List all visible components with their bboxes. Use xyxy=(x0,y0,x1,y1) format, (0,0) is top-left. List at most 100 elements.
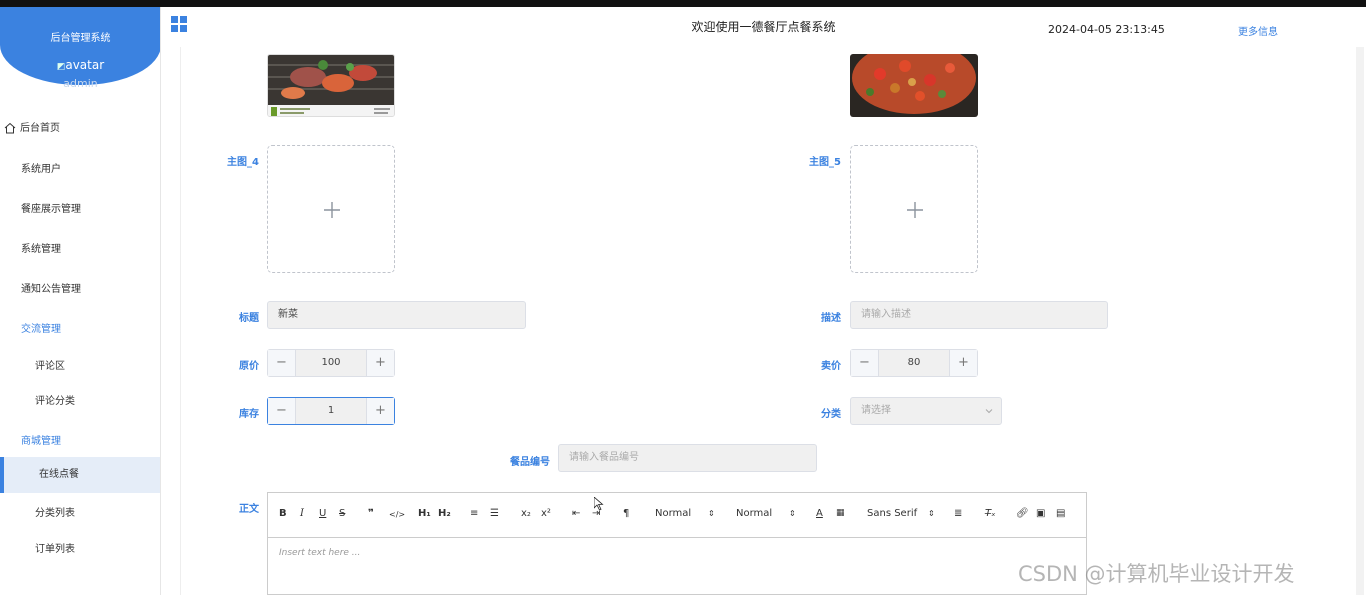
seafood-photo xyxy=(268,55,394,116)
category-placeholder: 请选择 xyxy=(861,405,891,416)
increment-button[interactable]: + xyxy=(366,350,394,376)
rich-text-editor[interactable]: B I U S ❞ </> H₁ H₂ ≡ ☰ x₂ x² ⇤ ⇥ ¶ Norm… xyxy=(267,492,1087,595)
sidebar-item-label: 评论分类 xyxy=(35,396,75,407)
outdent-icon[interactable]: ⇤ xyxy=(572,508,580,519)
italic-button[interactable]: I xyxy=(300,508,304,519)
sidebar-item-system-management[interactable]: 系统管理 xyxy=(0,240,160,255)
sale-price-stepper[interactable]: − 80 + xyxy=(850,349,978,377)
align-icon[interactable]: ≣ xyxy=(954,508,962,519)
stock-value[interactable]: 1 xyxy=(296,398,366,424)
increment-button[interactable]: + xyxy=(366,398,394,424)
sidebar-group-communication[interactable]: 交流管理 xyxy=(0,320,160,335)
watermark: CSDN @计算机毕业设计开发 xyxy=(1018,562,1295,586)
blockquote-icon[interactable]: ❞ xyxy=(368,508,374,519)
sidebar-item-label: 在线点餐 xyxy=(39,469,79,480)
sidebar-item-label: 系统用户 xyxy=(21,164,61,175)
text-color-icon[interactable]: A xyxy=(816,508,823,519)
sidebar-item-label: 餐座展示管理 xyxy=(21,204,81,215)
username: admin xyxy=(63,77,98,90)
stew-photo xyxy=(850,54,978,117)
original-price-label: 原价 xyxy=(239,361,259,372)
code-block-icon[interactable]: </> xyxy=(389,510,405,519)
avatar-alt-text: avatar xyxy=(65,58,105,72)
system-name: 后台管理系统 xyxy=(50,33,111,44)
stock-stepper[interactable]: − 1 + xyxy=(267,397,395,425)
stock-label: 库存 xyxy=(239,409,259,420)
sidebar-group-mall[interactable]: 商城管理 xyxy=(0,432,160,447)
sidebar-item-system-users[interactable]: 系统用户 xyxy=(0,160,160,175)
underline-button[interactable]: U xyxy=(319,508,326,519)
clear-format-icon[interactable]: T̶ₓ xyxy=(985,508,996,519)
window-top-strip xyxy=(0,0,1366,7)
main-image-4-label: 主图_4 xyxy=(227,157,259,168)
sidebar-item-order-list[interactable]: 订单列表 xyxy=(0,540,160,555)
more-info-link[interactable]: 更多信息 xyxy=(1238,23,1278,38)
sale-price-value[interactable]: 80 xyxy=(879,350,949,376)
sidebar-item-announcements[interactable]: 通知公告管理 xyxy=(0,280,160,295)
description-input[interactable]: 请输入描述 xyxy=(850,301,1108,329)
dish-code-label: 餐品编号 xyxy=(510,457,550,468)
chevron-updown-icon: ⇕ xyxy=(928,509,935,518)
h1-button[interactable]: H₁ xyxy=(418,508,431,519)
video-icon[interactable]: ▤ xyxy=(1056,508,1065,519)
superscript-button[interactable]: x² xyxy=(541,508,551,519)
sidebar-item-label: 商城管理 xyxy=(21,436,61,447)
subscript-button[interactable]: x₂ xyxy=(521,508,531,519)
sidebar-item-label: 评论区 xyxy=(35,361,65,372)
text-direction-icon[interactable]: ¶ xyxy=(623,508,629,519)
link-icon[interactable]: 🔗︎ xyxy=(1016,508,1029,519)
top-header: 欢迎使用一德餐厅点餐系统 2024-04-05 23:13:45 更多信息 xyxy=(161,7,1366,47)
sidebar-item-seat-display[interactable]: 餐座展示管理 xyxy=(0,200,160,215)
image-icon[interactable]: ▣ xyxy=(1036,508,1045,519)
sidebar-item-category-list[interactable]: 分类列表 xyxy=(0,504,160,519)
title-input[interactable]: 新菜 xyxy=(267,301,526,329)
original-price-value[interactable]: 100 xyxy=(296,350,366,376)
decrement-button[interactable]: − xyxy=(268,350,296,376)
decrement-button[interactable]: − xyxy=(268,398,296,424)
sidebar-item-comments[interactable]: 评论区 xyxy=(0,357,160,372)
main-image-5-upload[interactable] xyxy=(850,145,978,273)
header-select[interactable]: Normal xyxy=(736,508,772,519)
title-label: 标题 xyxy=(239,313,259,324)
strike-button[interactable]: S xyxy=(339,508,345,519)
chevron-down-icon xyxy=(985,409,993,414)
bold-button[interactable]: B xyxy=(279,508,287,519)
plus-icon xyxy=(907,202,923,218)
plus-icon xyxy=(324,202,340,218)
chevron-updown-icon: ⇕ xyxy=(708,509,715,518)
datetime-display: 2024-04-05 23:13:45 xyxy=(1048,23,1165,36)
body-label: 正文 xyxy=(239,504,259,515)
original-price-stepper[interactable]: − 100 + xyxy=(267,349,395,377)
main-image-5-label: 主图_5 xyxy=(809,157,841,168)
sidebar-item-home[interactable]: 后台首页 xyxy=(0,119,160,135)
chevron-updown-icon: ⇕ xyxy=(789,509,796,518)
main-image-3b-thumbnail[interactable] xyxy=(850,54,978,117)
sale-price-label: 卖价 xyxy=(821,361,841,372)
home-icon xyxy=(4,122,16,134)
scrollbar[interactable] xyxy=(1356,47,1364,595)
description-label: 描述 xyxy=(821,313,841,324)
category-select[interactable]: 请选择 xyxy=(850,397,1002,425)
avatar[interactable]: ◩avatar xyxy=(0,58,160,72)
size-select[interactable]: Normal xyxy=(655,508,691,519)
background-color-icon[interactable]: ▦ xyxy=(836,508,845,518)
font-select[interactable]: Sans Serif xyxy=(867,508,917,519)
sidebar-item-label: 交流管理 xyxy=(21,324,61,335)
ordered-list-icon[interactable]: ≡ xyxy=(470,508,478,519)
editor-placeholder: Insert text here ... xyxy=(279,548,361,558)
sidebar-item-label: 系统管理 xyxy=(21,244,61,255)
brand-header: 后台管理系统 ◩avatar admin xyxy=(0,7,160,90)
main-image-4-upload[interactable] xyxy=(267,145,395,273)
decrement-button[interactable]: − xyxy=(851,350,879,376)
editor-toolbar: B I U S ❞ </> H₁ H₂ ≡ ☰ x₂ x² ⇤ ⇥ ¶ Norm… xyxy=(268,493,1086,538)
sidebar-item-comment-categories[interactable]: 评论分类 xyxy=(0,392,160,407)
sidebar-item-label: 通知公告管理 xyxy=(21,284,81,295)
main-image-3-thumbnail[interactable] xyxy=(267,54,395,117)
dish-code-input[interactable]: 请输入餐品编号 xyxy=(558,444,817,472)
increment-button[interactable]: + xyxy=(949,350,977,376)
sidebar-item-label: 后台首页 xyxy=(20,123,60,134)
bullet-list-icon[interactable]: ☰ xyxy=(490,508,499,519)
sidebar-item-online-order[interactable]: 在线点餐 xyxy=(0,457,160,493)
sidebar: 后台管理系统 ◩avatar admin 后台首页 系统用户 餐座展示管理 系统… xyxy=(0,7,161,595)
h2-button[interactable]: H₂ xyxy=(438,508,451,519)
